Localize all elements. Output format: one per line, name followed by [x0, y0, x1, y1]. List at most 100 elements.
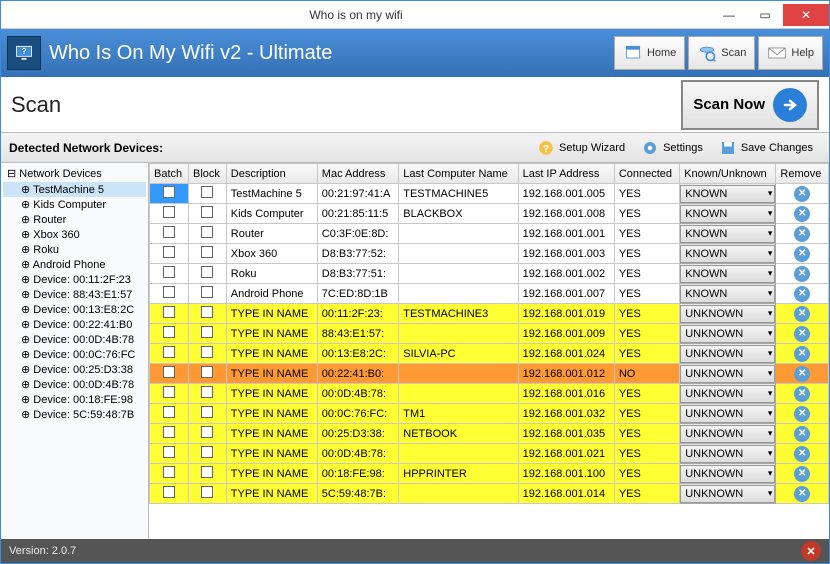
- block-checkbox[interactable]: [201, 226, 213, 238]
- known-select[interactable]: UNKNOWN▾: [680, 345, 775, 363]
- batch-checkbox[interactable]: [163, 426, 175, 438]
- tree-item[interactable]: ⊕ Device: 00:18:FE:98: [3, 392, 146, 407]
- batch-checkbox[interactable]: [163, 306, 175, 318]
- table-row[interactable]: TYPE IN NAME00:25:D3:38:NETBOOK192.168.0…: [150, 424, 829, 444]
- tree-item[interactable]: ⊕ Device: 5C:59:48:7B: [3, 407, 146, 422]
- remove-button[interactable]: ✕: [794, 446, 810, 462]
- table-row[interactable]: Android Phone7C:ED:8D:1B192.168.001.007Y…: [150, 284, 829, 304]
- block-checkbox[interactable]: [201, 386, 213, 398]
- block-checkbox[interactable]: [201, 486, 213, 498]
- known-select[interactable]: KNOWN▾: [680, 225, 775, 243]
- known-select[interactable]: UNKNOWN▾: [680, 485, 775, 503]
- column-header[interactable]: Remove: [776, 164, 829, 184]
- known-select[interactable]: UNKNOWN▾: [680, 465, 775, 483]
- block-checkbox[interactable]: [201, 266, 213, 278]
- remove-button[interactable]: ✕: [794, 466, 810, 482]
- remove-button[interactable]: ✕: [794, 426, 810, 442]
- remove-button[interactable]: ✕: [794, 306, 810, 322]
- known-select[interactable]: UNKNOWN▾: [680, 365, 775, 383]
- known-select[interactable]: UNKNOWN▾: [680, 425, 775, 443]
- block-checkbox[interactable]: [201, 186, 213, 198]
- tree-item[interactable]: ⊕ Roku: [3, 242, 146, 257]
- table-row[interactable]: TYPE IN NAME88:43:E1:57:192.168.001.009Y…: [150, 324, 829, 344]
- table-row[interactable]: TYPE IN NAME00:18:FE:98:HPPRINTER192.168…: [150, 464, 829, 484]
- block-checkbox[interactable]: [201, 346, 213, 358]
- tree-root[interactable]: ⊟ Network Devices: [3, 165, 146, 182]
- nav-help-button[interactable]: Help: [758, 36, 823, 70]
- tree-item[interactable]: ⊕ Device: 00:25:D3:38: [3, 362, 146, 377]
- tree-item[interactable]: ⊕ Device: 00:0D:4B:78: [3, 332, 146, 347]
- setup-wizard-button[interactable]: ? Setup Wizard: [529, 137, 633, 159]
- column-header[interactable]: Last IP Address: [518, 164, 614, 184]
- block-checkbox[interactable]: [201, 306, 213, 318]
- known-select[interactable]: KNOWN▾: [680, 265, 775, 283]
- block-checkbox[interactable]: [201, 406, 213, 418]
- settings-button[interactable]: Settings: [633, 137, 711, 159]
- remove-button[interactable]: ✕: [794, 406, 810, 422]
- device-grid[interactable]: BatchBlockDescriptionMac AddressLast Com…: [149, 163, 829, 539]
- device-tree[interactable]: ⊟ Network Devices ⊕ TestMachine 5⊕ Kids …: [1, 163, 149, 539]
- remove-button[interactable]: ✕: [794, 366, 810, 382]
- block-checkbox[interactable]: [201, 206, 213, 218]
- table-row[interactable]: TYPE IN NAME00:0D:4B:78:192.168.001.021Y…: [150, 444, 829, 464]
- known-select[interactable]: UNKNOWN▾: [680, 405, 775, 423]
- known-select[interactable]: UNKNOWN▾: [680, 325, 775, 343]
- remove-button[interactable]: ✕: [794, 386, 810, 402]
- tree-item[interactable]: ⊕ TestMachine 5: [3, 182, 146, 197]
- nav-scan-button[interactable]: Scan: [688, 36, 755, 70]
- table-row[interactable]: TYPE IN NAME00:0D:4B:78:192.168.001.016Y…: [150, 384, 829, 404]
- tree-item[interactable]: ⊕ Device: 88:43:E1:57: [3, 287, 146, 302]
- table-row[interactable]: TestMachine 500:21:97:41:ATESTMACHINE519…: [150, 184, 829, 204]
- table-row[interactable]: Xbox 360D8:B3:77:52:192.168.001.003YESKN…: [150, 244, 829, 264]
- minimize-button[interactable]: —: [711, 4, 747, 26]
- batch-checkbox[interactable]: [163, 266, 175, 278]
- batch-checkbox[interactable]: [163, 466, 175, 478]
- save-changes-button[interactable]: Save Changes: [711, 137, 821, 159]
- column-header[interactable]: Batch: [150, 164, 189, 184]
- known-select[interactable]: UNKNOWN▾: [680, 445, 775, 463]
- remove-button[interactable]: ✕: [794, 186, 810, 202]
- table-row[interactable]: Kids Computer00:21:85:11:5BLACKBOX192.16…: [150, 204, 829, 224]
- tree-item[interactable]: ⊕ Device: 00:0D:4B:78: [3, 377, 146, 392]
- known-select[interactable]: KNOWN▾: [680, 285, 775, 303]
- batch-checkbox[interactable]: [163, 206, 175, 218]
- known-select[interactable]: UNKNOWN▾: [680, 305, 775, 323]
- tree-item[interactable]: ⊕ Android Phone: [3, 257, 146, 272]
- footer-close-button[interactable]: ✕: [801, 541, 821, 561]
- scan-now-button[interactable]: Scan Now: [681, 80, 819, 130]
- batch-checkbox[interactable]: [163, 246, 175, 258]
- batch-checkbox[interactable]: [163, 366, 175, 378]
- tree-item[interactable]: ⊕ Xbox 360: [3, 227, 146, 242]
- block-checkbox[interactable]: [201, 366, 213, 378]
- tree-item[interactable]: ⊕ Router: [3, 212, 146, 227]
- table-row[interactable]: RouterC0:3F:0E:8D:192.168.001.001YESKNOW…: [150, 224, 829, 244]
- block-checkbox[interactable]: [201, 246, 213, 258]
- table-row[interactable]: TYPE IN NAME5C:59:48:7B:192.168.001.014Y…: [150, 484, 829, 504]
- batch-checkbox[interactable]: [163, 226, 175, 238]
- remove-button[interactable]: ✕: [794, 346, 810, 362]
- column-header[interactable]: Description: [226, 164, 317, 184]
- close-button[interactable]: ✕: [783, 4, 829, 26]
- remove-button[interactable]: ✕: [794, 266, 810, 282]
- remove-button[interactable]: ✕: [794, 326, 810, 342]
- tree-item[interactable]: ⊕ Device: 00:22:41:B0: [3, 317, 146, 332]
- tree-item[interactable]: ⊕ Device: 00:11:2F:23: [3, 272, 146, 287]
- block-checkbox[interactable]: [201, 466, 213, 478]
- known-select[interactable]: KNOWN▾: [680, 245, 775, 263]
- batch-checkbox[interactable]: [163, 446, 175, 458]
- column-header[interactable]: Mac Address: [317, 164, 398, 184]
- batch-checkbox[interactable]: [163, 486, 175, 498]
- table-row[interactable]: TYPE IN NAME00:0C:76:FC:TM1192.168.001.0…: [150, 404, 829, 424]
- table-row[interactable]: TYPE IN NAME00:11:2F:23:TESTMACHINE3192.…: [150, 304, 829, 324]
- column-header[interactable]: Known/Unknown: [680, 164, 776, 184]
- remove-button[interactable]: ✕: [794, 486, 810, 502]
- remove-button[interactable]: ✕: [794, 206, 810, 222]
- batch-checkbox[interactable]: [163, 406, 175, 418]
- batch-checkbox[interactable]: [163, 346, 175, 358]
- remove-button[interactable]: ✕: [794, 286, 810, 302]
- tree-item[interactable]: ⊕ Kids Computer: [3, 197, 146, 212]
- column-header[interactable]: Last Computer Name: [399, 164, 518, 184]
- tree-item[interactable]: ⊕ Device: 00:13:E8:2C: [3, 302, 146, 317]
- column-header[interactable]: Block: [189, 164, 227, 184]
- batch-checkbox[interactable]: [163, 386, 175, 398]
